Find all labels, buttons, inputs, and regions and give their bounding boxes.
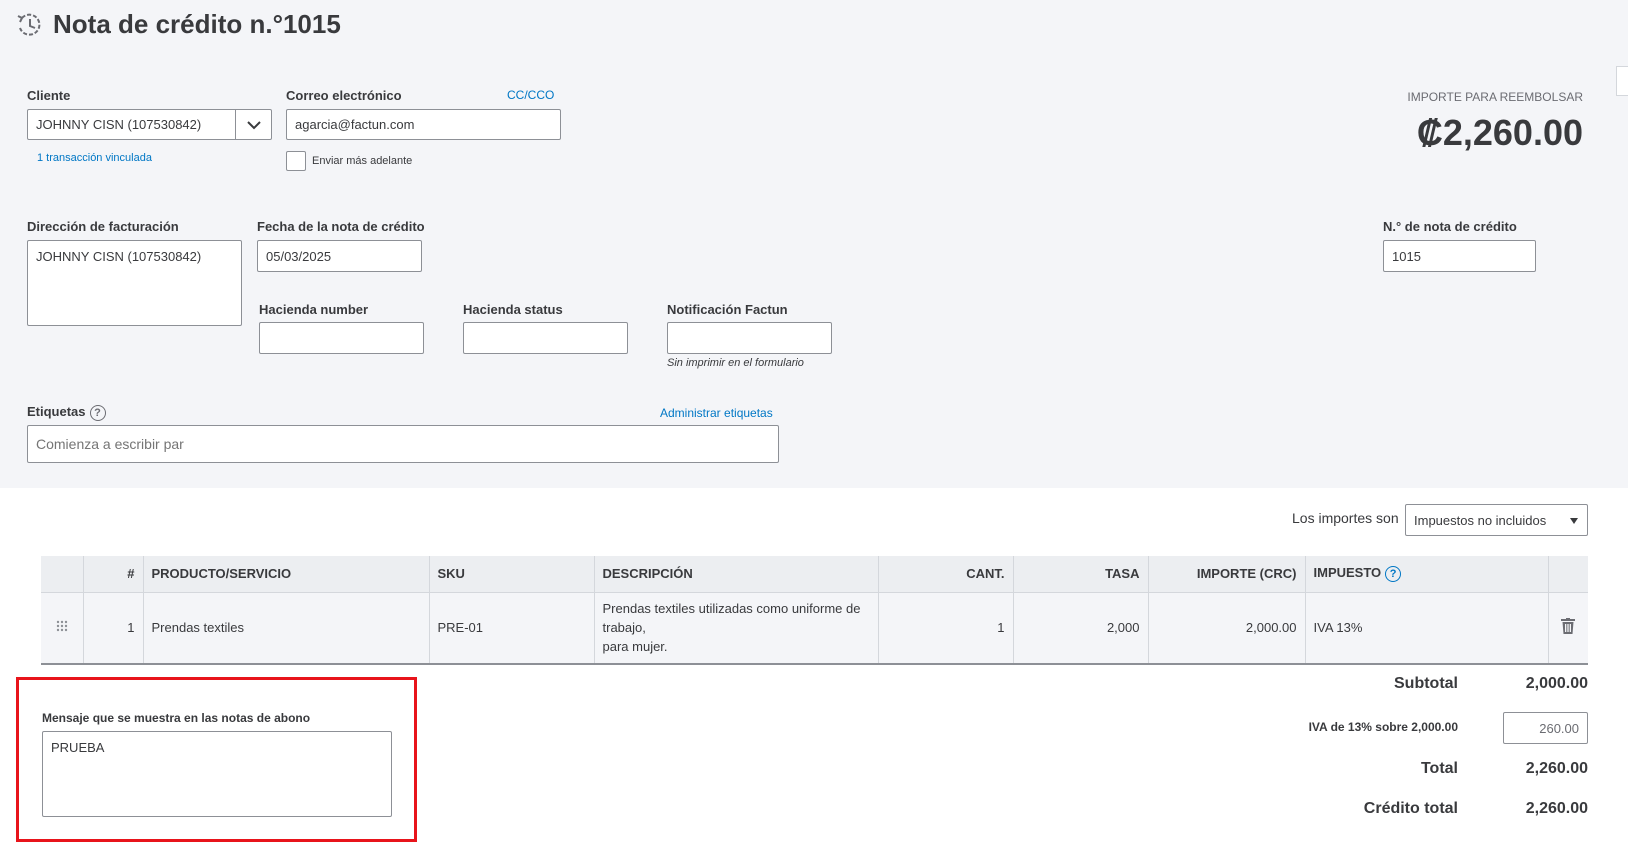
billing-address-label: Dirección de facturación bbox=[27, 219, 179, 234]
row-number: 1 bbox=[83, 591, 144, 665]
message-field[interactable]: PRUEBA bbox=[42, 731, 392, 817]
row-product[interactable]: Prendas textiles bbox=[143, 591, 430, 665]
col-sku: SKU bbox=[429, 556, 595, 592]
amounts-are-select[interactable]: Impuestos no incluidos bbox=[1405, 504, 1588, 536]
col-tax: IMPUESTO? bbox=[1305, 556, 1549, 592]
amounts-are-value: Impuestos no incluidos bbox=[1414, 512, 1547, 528]
row-description-line2: trabajo, bbox=[602, 620, 646, 636]
subtotal-value: 2,000.00 bbox=[1525, 675, 1588, 692]
message-label: Mensaje que se muestra en las notas de a… bbox=[42, 711, 311, 725]
hacienda-status-label: Hacienda status bbox=[463, 302, 563, 317]
row-amount[interactable]: 2,000.00 bbox=[1148, 591, 1306, 665]
send-later-checkbox[interactable] bbox=[286, 151, 306, 171]
notificacion-label: Notificación Factun bbox=[667, 302, 788, 317]
row-description-line3: para mujer. bbox=[602, 639, 668, 655]
billing-address-field[interactable]: JOHNNY CISN (107530842) bbox=[27, 240, 242, 326]
recent-transactions-icon[interactable] bbox=[14, 10, 44, 40]
col-tax-label: IMPUESTO bbox=[1313, 565, 1382, 581]
cc-bcc-link[interactable]: CC/CCO bbox=[507, 88, 554, 102]
credit-date-field[interactable]: 05/03/2025 bbox=[257, 240, 422, 272]
col-rate: TASA bbox=[1013, 556, 1149, 592]
refund-amount: ₡2,260.00 bbox=[1416, 112, 1583, 153]
tags-input[interactable] bbox=[27, 425, 779, 463]
table-header-row: # PRODUCTO/SERVICIO SKU DESCRIPCIÓN CANT… bbox=[41, 556, 1588, 592]
email-label: Correo electrónico bbox=[286, 88, 402, 103]
message-value: PRUEBA bbox=[51, 740, 105, 755]
hacienda-status-field[interactable] bbox=[463, 322, 628, 354]
amounts-are-label: Los importes son bbox=[1292, 510, 1399, 526]
row-tax[interactable]: IVA 13% bbox=[1305, 591, 1549, 665]
page-title: Nota de crédito n.°1015 bbox=[53, 9, 341, 39]
col-qty: CANT. bbox=[878, 556, 1014, 592]
credit-date-value: 05/03/2025 bbox=[266, 248, 332, 264]
table-row[interactable]: 1 Prendas textiles PRE-01 Prendas textil… bbox=[41, 591, 1588, 665]
row-sku[interactable]: PRE-01 bbox=[429, 591, 595, 665]
iva-field[interactable]: 260.00 bbox=[1503, 712, 1588, 744]
credit-number-field[interactable]: 1015 bbox=[1383, 240, 1536, 272]
total-label: Total bbox=[1420, 760, 1458, 777]
credit-total-value: 2,260.00 bbox=[1525, 800, 1588, 817]
email-value: agarcia@factun.com bbox=[295, 117, 415, 132]
manage-tags-link[interactable]: Administrar etiquetas bbox=[660, 406, 773, 420]
tags-label: Etiquetas bbox=[27, 404, 86, 419]
credit-number-value: 1015 bbox=[1392, 248, 1421, 264]
linked-transactions-link[interactable]: 1 transacción vinculada bbox=[37, 152, 152, 164]
caret-down-icon bbox=[1569, 513, 1579, 528]
iva-value: 260.00 bbox=[1539, 720, 1579, 736]
col-drag bbox=[41, 556, 84, 592]
notificacion-field[interactable] bbox=[667, 322, 832, 354]
help-icon[interactable]: ? bbox=[1385, 566, 1402, 583]
iva-label: IVA de 13% sobre 2,000.00 bbox=[1308, 720, 1458, 734]
total-value: 2,260.00 bbox=[1525, 760, 1588, 777]
side-panel-tab[interactable] bbox=[1616, 66, 1628, 96]
help-icon[interactable]: ? bbox=[89, 404, 106, 421]
drag-handle-icon[interactable] bbox=[41, 591, 84, 665]
credit-total-label: Crédito total bbox=[1363, 800, 1458, 817]
col-description: DESCRIPCIÓN bbox=[594, 556, 879, 592]
col-amount: IMPORTE (CRC) bbox=[1148, 556, 1306, 592]
col-actions bbox=[1548, 556, 1588, 592]
tags-label-row: Etiquetas? bbox=[27, 404, 106, 421]
row-qty[interactable]: 1 bbox=[878, 591, 1014, 665]
send-later-label: Enviar más adelante bbox=[312, 155, 413, 167]
notificacion-hint: Sin imprimir en el formulario bbox=[667, 357, 804, 369]
email-field[interactable]: agarcia@factun.com bbox=[286, 109, 561, 140]
customer-select[interactable]: JOHNNY CISN (107530842) bbox=[27, 109, 272, 140]
credit-date-label: Fecha de la nota de crédito bbox=[257, 219, 425, 234]
col-number: # bbox=[83, 556, 144, 592]
refund-label: IMPORTE PARA REEMBOLSAR bbox=[1407, 90, 1583, 104]
line-items-table: # PRODUCTO/SERVICIO SKU DESCRIPCIÓN CANT… bbox=[41, 556, 1588, 665]
row-rate[interactable]: 2,000 bbox=[1013, 591, 1149, 665]
row-description[interactable]: Prendas textiles utilizadas como uniform… bbox=[594, 591, 879, 665]
trash-icon[interactable] bbox=[1548, 591, 1588, 665]
col-product: PRODUCTO/SERVICIO bbox=[143, 556, 430, 592]
credit-number-label: N.° de nota de crédito bbox=[1383, 219, 1517, 234]
hacienda-number-label: Hacienda number bbox=[259, 302, 369, 317]
hacienda-number-field[interactable] bbox=[259, 322, 424, 354]
billing-address-value: JOHNNY CISN (107530842) bbox=[36, 249, 202, 264]
customer-value: JOHNNY CISN (107530842) bbox=[36, 117, 202, 132]
chevron-down-icon[interactable] bbox=[235, 110, 271, 139]
customer-label: Cliente bbox=[27, 88, 71, 103]
subtotal-label: Subtotal bbox=[1394, 675, 1458, 692]
row-description-line1: Prendas textiles utilizadas como uniform… bbox=[602, 601, 861, 617]
